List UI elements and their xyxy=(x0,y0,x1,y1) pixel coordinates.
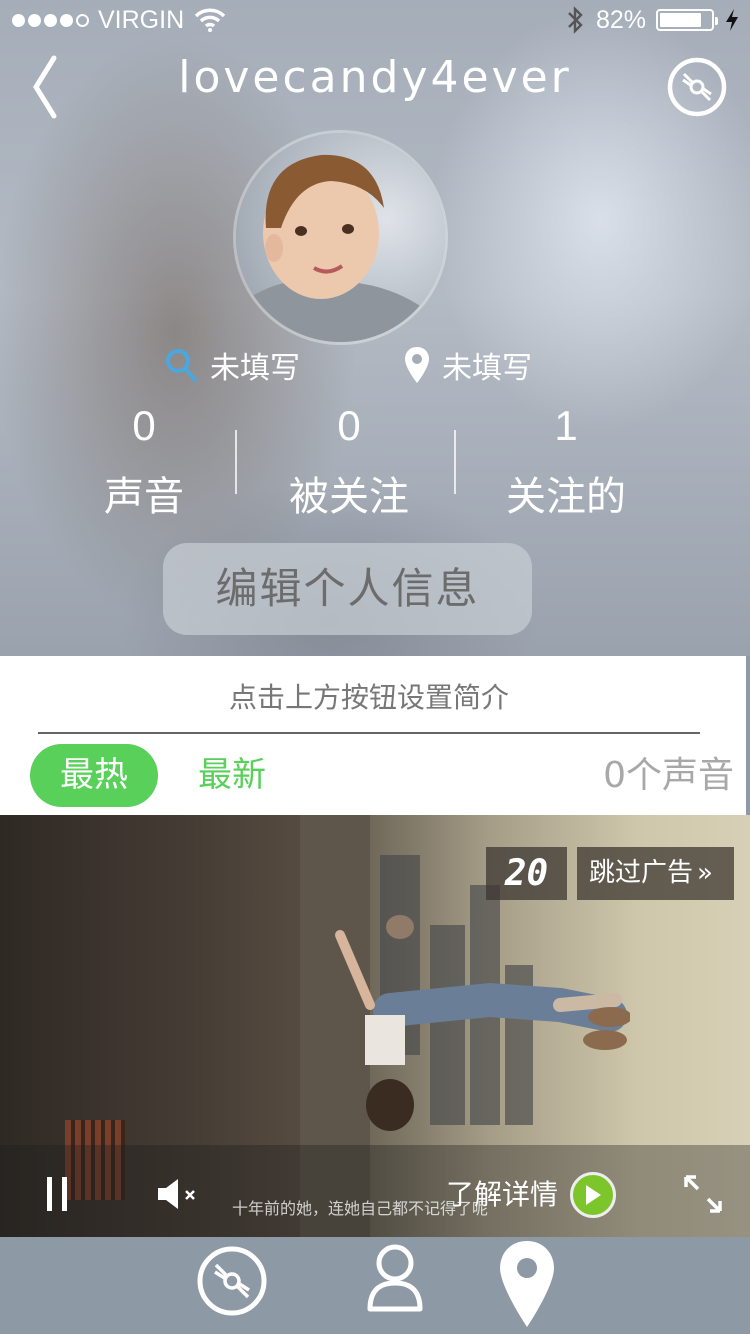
skip-ad-button[interactable]: 跳过广告» xyxy=(577,847,734,900)
location-pin-icon xyxy=(405,347,429,383)
charging-bolt-icon xyxy=(726,9,738,31)
signal-dot-empty xyxy=(76,13,89,27)
ad-scene-person xyxy=(335,915,630,1131)
signal-dot xyxy=(60,13,73,27)
carrier-group: VIRGIN xyxy=(12,6,226,34)
stat-sounds[interactable]: 0 声音 xyxy=(44,402,244,522)
status-right: 82% xyxy=(566,6,740,34)
search-icon xyxy=(166,349,197,382)
page-title: lovecandy4ever xyxy=(178,52,572,103)
stat-value: 0 xyxy=(337,402,361,449)
stat-value: 0 xyxy=(132,402,156,449)
status-bar: VIRGIN 82% xyxy=(0,0,750,40)
bio-placeholder[interactable]: 点击上方按钮设置简介 xyxy=(38,676,700,716)
sound-count: 0个声音 xyxy=(603,755,734,796)
disc-icon xyxy=(667,57,727,117)
tab-profile[interactable] xyxy=(366,1243,424,1319)
wifi-icon xyxy=(194,8,226,32)
signal-dot xyxy=(12,13,25,27)
learn-more-link[interactable]: 了解详情 xyxy=(446,1173,558,1217)
speaker-muted-icon xyxy=(158,1179,195,1209)
battery-fill xyxy=(660,13,701,27)
pause-icon xyxy=(62,1177,67,1211)
stat-label: 关注的 xyxy=(506,474,626,520)
battery-icon xyxy=(656,9,718,31)
stat-divider xyxy=(454,430,456,494)
stat-divider xyxy=(235,430,237,494)
carrier-name: VIRGIN xyxy=(98,5,185,34)
tab-discover[interactable] xyxy=(196,1245,268,1321)
avatar[interactable] xyxy=(233,130,448,345)
signal-dot xyxy=(28,13,41,27)
fullscreen-button[interactable] xyxy=(682,1173,724,1215)
stat-label: 声音 xyxy=(104,474,184,520)
learn-more-button[interactable] xyxy=(570,1172,616,1218)
chevron-left-icon xyxy=(33,55,57,119)
signal-dot xyxy=(44,13,57,27)
disc-icon xyxy=(197,1246,267,1316)
expand-icon xyxy=(684,1175,722,1213)
video-control-bar xyxy=(0,1145,750,1237)
bottom-tab-bar xyxy=(0,1237,750,1334)
bio-divider xyxy=(38,732,700,734)
skip-ad-label: 跳过广告 xyxy=(589,858,694,888)
stat-followers[interactable]: 0 被关注 xyxy=(249,402,449,522)
avatar-photo xyxy=(236,133,445,342)
stat-value: 1 xyxy=(554,402,578,449)
ad-video[interactable]: 20 跳过广告» 十年前的她，连她自己都不记得了呢 了解详情 xyxy=(0,815,750,1237)
tab-hot[interactable]: 最热 xyxy=(30,744,158,807)
location-text: 未填写 xyxy=(442,351,532,386)
gender-text: 未填写 xyxy=(210,351,300,386)
disc-button[interactable] xyxy=(666,56,728,118)
gender-info: 未填写 xyxy=(164,343,300,387)
arrow-right-icon xyxy=(586,1185,601,1205)
stat-following[interactable]: 1 关注的 xyxy=(466,402,666,522)
edit-profile-button[interactable]: 编辑个人信息 xyxy=(163,543,532,635)
stat-label: 被关注 xyxy=(289,474,409,520)
location-pin-icon xyxy=(500,1241,554,1327)
double-chevron-right-icon: » xyxy=(697,858,713,888)
back-button[interactable] xyxy=(26,52,66,122)
location-info: 未填写 xyxy=(404,343,532,387)
tab-latest[interactable]: 最新 xyxy=(198,744,266,807)
tab-nearby[interactable] xyxy=(498,1239,556,1334)
pause-button[interactable] xyxy=(44,1177,70,1211)
bio-section: 点击上方按钮设置简介 最热 最新 0个声音 xyxy=(0,656,746,815)
user-icon xyxy=(367,1244,423,1312)
mute-button[interactable] xyxy=(156,1177,202,1211)
profile-header: VIRGIN 82% lovecandy4ever 未填写 未填写 0 声音 0… xyxy=(0,0,750,656)
ad-countdown: 20 xyxy=(486,847,567,900)
pause-icon xyxy=(47,1177,52,1211)
battery-percent: 82% xyxy=(595,5,646,34)
bluetooth-icon xyxy=(568,6,583,34)
